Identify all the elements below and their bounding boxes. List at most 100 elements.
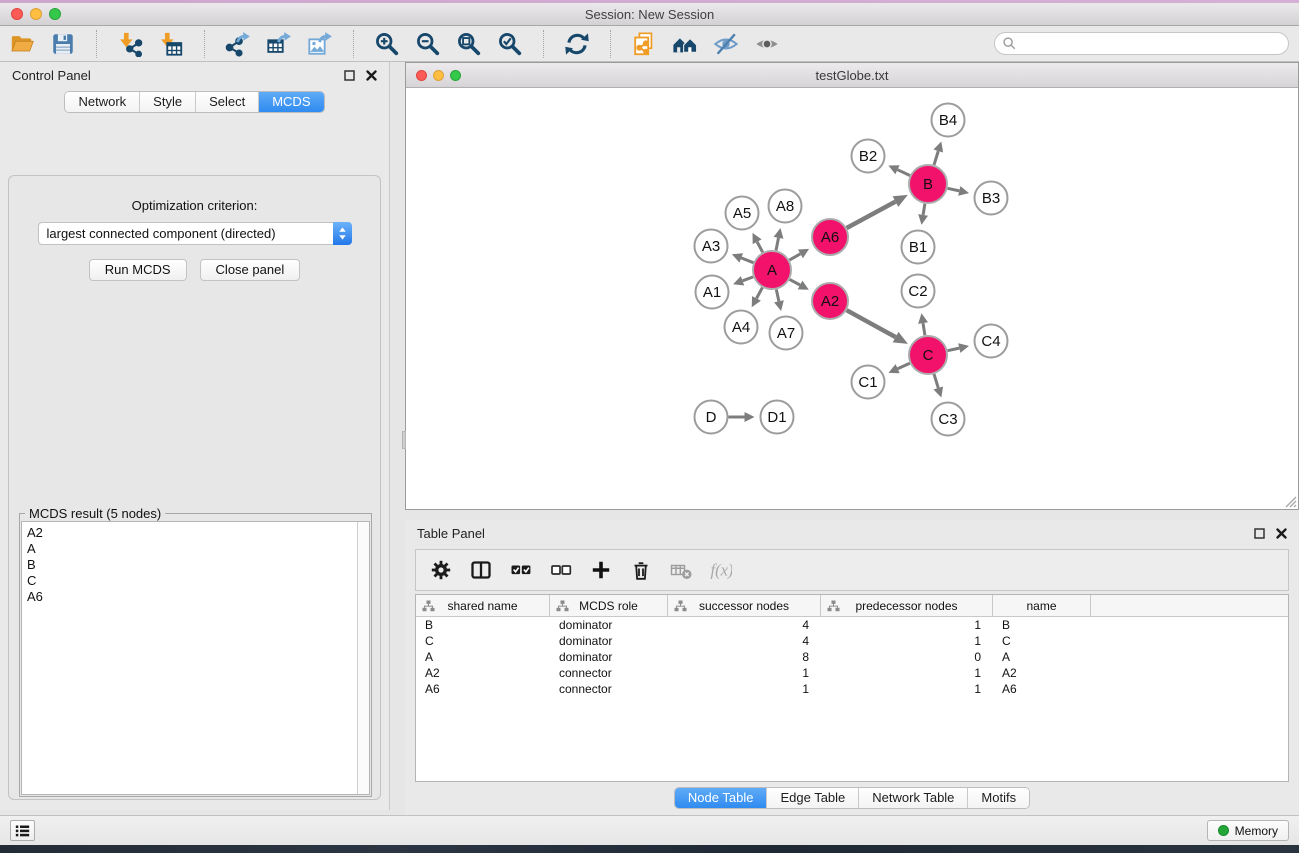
import-table-button[interactable] [157,30,185,58]
mcds-scrollbar[interactable] [357,522,369,794]
search-input[interactable] [994,32,1289,55]
column-header-successor-nodes[interactable]: successor nodes [668,595,821,616]
table-row[interactable]: A6connector11A6 [416,681,1288,697]
close-table-panel-icon[interactable] [1276,528,1287,539]
add-button[interactable] [589,558,613,582]
node-A5[interactable]: A5 [726,197,759,230]
zoom-out-button[interactable] [414,30,442,58]
settings-button[interactable] [429,558,453,582]
edge-A-A3[interactable] [741,258,753,263]
node-B2[interactable]: B2 [852,140,885,173]
node-B1[interactable]: B1 [902,231,935,264]
edge-A-A2[interactable] [790,279,800,285]
export-image-button[interactable] [306,30,334,58]
tab-style[interactable]: Style [139,92,195,112]
tab-edge-table[interactable]: Edge Table [766,788,858,808]
edge-C-C2[interactable] [923,323,925,335]
node-A1[interactable]: A1 [696,276,729,309]
node-A[interactable]: A [753,251,791,289]
edge-B-B3[interactable] [948,188,960,191]
edge-A-A5[interactable] [757,242,763,253]
float-panel-icon[interactable] [344,70,355,81]
edge-A-A7[interactable] [776,290,779,302]
edge-A-A4[interactable] [757,288,763,299]
tab-network[interactable]: Network [65,92,139,112]
edge-B-B2[interactable] [898,170,910,176]
table-row[interactable]: Bdominator41B [416,617,1288,633]
node-B[interactable]: B [909,165,947,203]
edge-A-A8[interactable] [776,238,779,251]
table-row[interactable]: A2connector11A2 [416,665,1288,681]
node-C[interactable]: C [909,336,947,374]
export-table-button[interactable] [265,30,293,58]
node-A6[interactable]: A6 [812,219,848,255]
column-header-predecessor-nodes[interactable]: predecessor nodes [821,595,993,616]
zoom-selected-button[interactable] [496,30,524,58]
import-network-button[interactable] [116,30,144,58]
edge-B-B4[interactable] [934,151,938,165]
tab-network-table[interactable]: Network Table [858,788,967,808]
node-B3[interactable]: B3 [975,182,1008,215]
tab-select[interactable]: Select [195,92,258,112]
edge-C-C3[interactable] [934,374,938,388]
resize-grip[interactable] [1283,494,1297,508]
mcds-result-item[interactable]: A [27,541,355,557]
float-table-panel-icon[interactable] [1254,528,1265,539]
column-header-name[interactable]: name [993,595,1091,616]
mcds-result-item[interactable]: A6 [27,589,355,605]
column-header-shared-name[interactable]: shared name [416,595,550,616]
memory-button[interactable]: Memory [1207,820,1289,841]
mcds-result-item[interactable]: B [27,557,355,573]
mcds-result-item[interactable]: C [27,573,355,589]
hide-selection-button[interactable] [712,30,740,58]
refresh-button[interactable] [563,30,591,58]
select-all-button[interactable] [509,558,533,582]
optimization-criterion-select[interactable]: largest connected component (directed) [38,222,352,245]
node-A7[interactable]: A7 [770,317,803,350]
delete-button[interactable] [629,558,653,582]
close-panel-icon[interactable] [366,70,377,81]
node-A8[interactable]: A8 [769,190,802,223]
tab-mcds[interactable]: MCDS [258,92,323,112]
node-C3[interactable]: C3 [932,403,965,436]
mcds-result-item[interactable]: A2 [27,525,355,541]
tab-node-table[interactable]: Node Table [675,788,767,808]
save-button[interactable] [49,30,77,58]
node-B4[interactable]: B4 [932,104,965,137]
tab-motifs[interactable]: Motifs [967,788,1029,808]
cell: 8 [668,649,821,665]
edge-C-C4[interactable] [948,348,960,351]
node-C2[interactable]: C2 [902,275,935,308]
column-header-MCDS-role[interactable]: MCDS role [550,595,668,616]
deselect-all-button[interactable] [549,558,573,582]
show-selection-button[interactable] [753,30,781,58]
edge-A2-C[interactable] [847,310,896,337]
node-A3[interactable]: A3 [695,230,728,263]
export-network-button[interactable] [224,30,252,58]
edge-A-A6[interactable] [789,254,800,260]
node-A2[interactable]: A2 [812,283,848,319]
splitter-handle[interactable] [402,431,406,449]
edge-B-B1[interactable] [923,204,925,215]
edge-A-A1[interactable] [743,277,754,281]
table-row[interactable]: Adominator80A [416,649,1288,665]
node-D[interactable]: D [695,401,728,434]
copy-network-button[interactable] [630,30,658,58]
mcds-result-list[interactable]: A2ABCA6 [22,522,357,794]
run-mcds-button[interactable]: Run MCDS [89,259,187,281]
open-button[interactable] [8,30,36,58]
split-panel-button[interactable] [469,558,493,582]
table-row[interactable]: Cdominator41C [416,633,1288,649]
edge-C-C1[interactable] [898,363,910,369]
zoom-fit-button[interactable] [455,30,483,58]
close-panel-button[interactable]: Close panel [200,259,301,281]
zoom-in-button[interactable] [373,30,401,58]
node-C4[interactable]: C4 [975,325,1008,358]
home-button[interactable] [671,30,699,58]
edge-A6-B[interactable] [847,202,896,228]
network-canvas[interactable]: A B C A6 A2 A1 A3 A4 A5 A7 A8 B1 B2 B3 B4 C1 C2 C3 C4 D D1 [406,88,1298,509]
panel-list-button[interactable] [10,820,35,841]
node-D1[interactable]: D1 [761,401,794,434]
node-C1[interactable]: C1 [852,366,885,399]
node-A4[interactable]: A4 [725,311,758,344]
